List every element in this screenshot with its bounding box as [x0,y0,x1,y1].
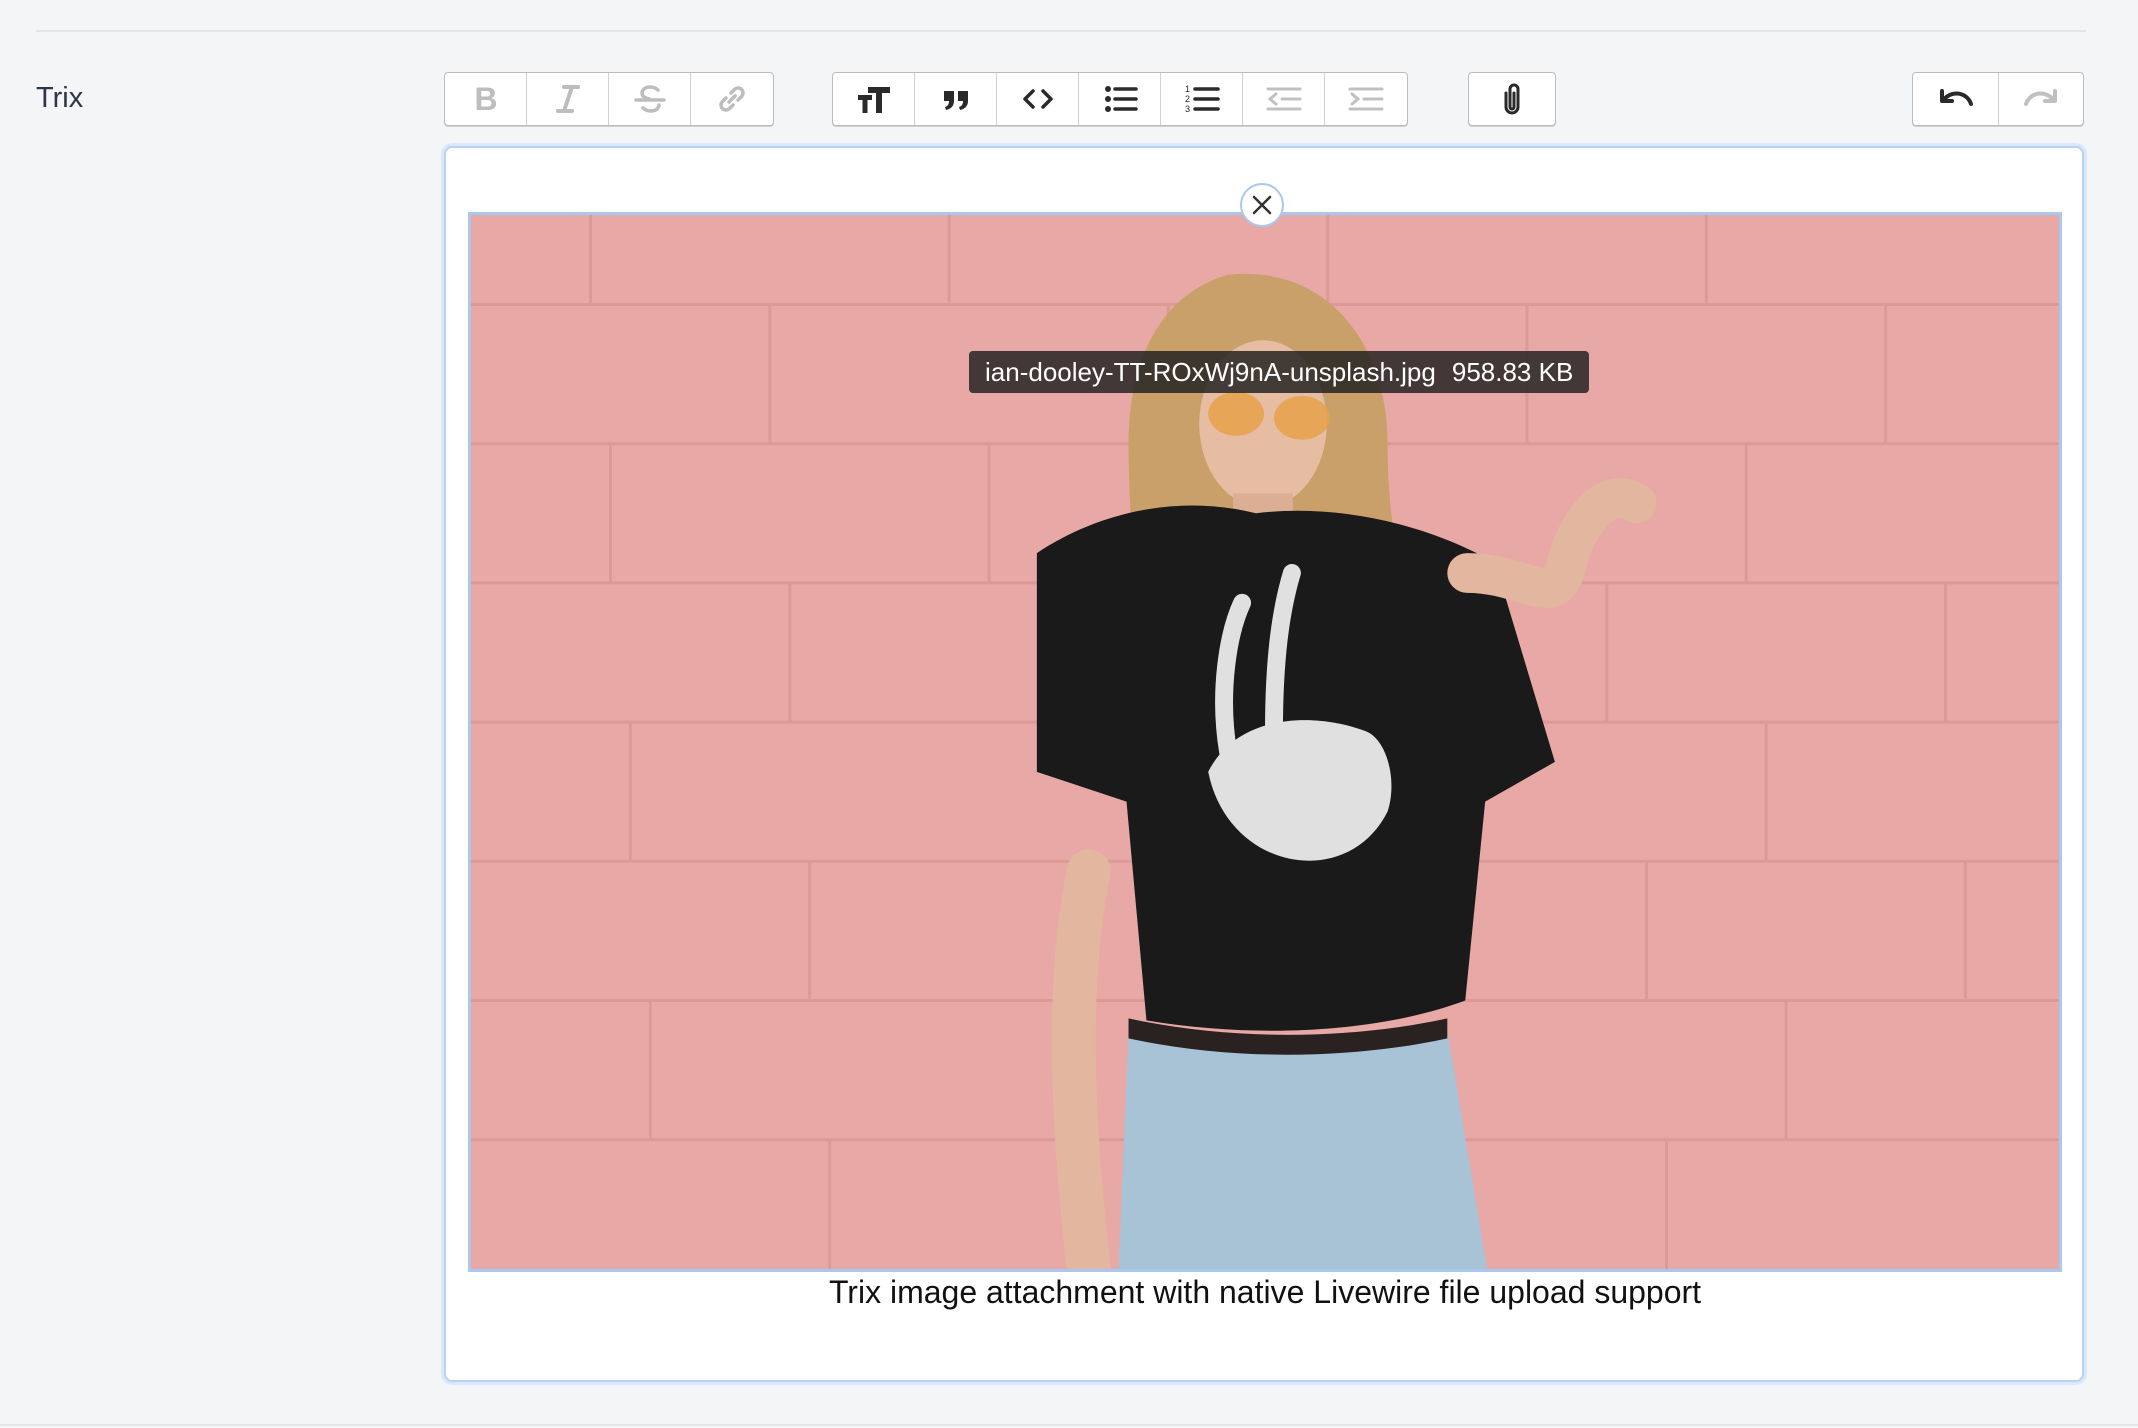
code-icon [1022,89,1053,109]
bold-button[interactable]: B [445,73,527,125]
code-button[interactable] [997,73,1079,125]
svg-text:2: 2 [1185,94,1190,104]
italic-icon [555,85,580,113]
svg-text:B: B [474,81,497,117]
svg-text:3: 3 [1185,104,1190,114]
undo-icon [1939,89,1973,106]
italic-button[interactable] [527,73,609,125]
block-tools-group: 123 [832,72,1408,126]
close-icon [1252,195,1272,215]
bullet-list-button[interactable] [1079,73,1161,125]
strikethrough-icon [633,85,666,113]
attachment-filename: ian-dooley-TT-ROxWj9nA-unsplash.jpg [985,356,1436,387]
trix-editor[interactable]: ian-dooley-TT-ROxWj9nA-unsplash.jpg 958.… [444,146,2084,1382]
image-attachment[interactable]: ian-dooley-TT-ROxWj9nA-unsplash.jpg 958.… [468,212,2062,1272]
svg-text:1: 1 [1185,84,1190,94]
attachment-caption[interactable]: Trix image attachment with native Livewi… [468,1274,2062,1311]
strikethrough-button[interactable] [609,73,691,125]
link-icon [719,86,745,112]
redo-icon [2024,89,2057,106]
link-button[interactable] [691,73,773,125]
text-tools-group: B [444,72,774,126]
redo-button[interactable] [1999,73,2083,125]
indent-icon [1348,87,1384,111]
bold-icon: B [474,81,497,117]
remove-attachment-button[interactable] [1240,183,1284,227]
quote-button[interactable] [915,73,997,125]
quote-icon [943,91,968,110]
paperclip-icon [1504,83,1520,115]
editor-toolbar: B 123 [0,72,2138,128]
decrease-indent-button[interactable] [1243,73,1325,125]
attachment-filesize: 958.83 KB [1451,356,1574,387]
increase-indent-button[interactable] [1325,73,1407,125]
attach-files-button[interactable] [1469,73,1555,125]
attachment-metadata: ian-dooley-TT-ROxWj9nA-unsplash.jpg 958.… [969,351,1590,393]
heading-button[interactable] [833,73,915,125]
file-tools-group [1468,72,1556,126]
number-list-icon: 123 [1185,84,1220,114]
history-tools-group [1912,72,2084,126]
bullet-list-icon [1104,86,1138,112]
number-list-button[interactable]: 123 [1161,73,1243,125]
outdent-icon [1266,87,1301,111]
heading-icon [857,87,890,113]
bottom-divider [0,1424,2138,1426]
undo-button[interactable] [1913,73,1999,125]
top-divider [36,30,2086,32]
